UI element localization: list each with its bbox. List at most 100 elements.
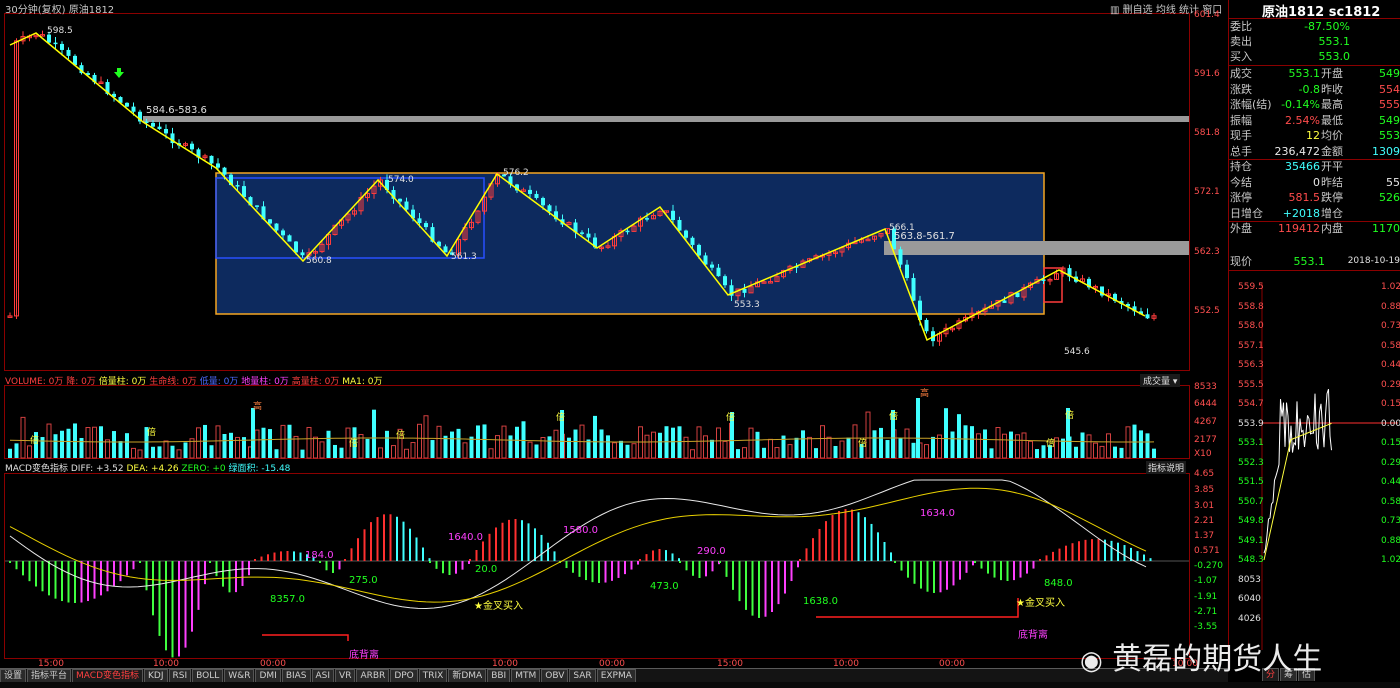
macd-legend-item: ZERO: +0 xyxy=(181,464,226,474)
candle-down xyxy=(131,106,136,112)
volume-bar-down xyxy=(593,415,597,458)
volume-bar-down xyxy=(326,430,331,458)
quote-row: 买入 553.0 xyxy=(1230,49,1400,64)
mini-left-tick: 549.8 xyxy=(1238,516,1264,526)
toolbar-ma[interactable]: 均线 xyxy=(1156,5,1176,16)
tab-rsi[interactable]: RSI xyxy=(168,669,192,682)
tab-arbr[interactable]: ARBR xyxy=(356,669,390,682)
tab-dmi[interactable]: DMI xyxy=(255,669,281,682)
tab-expma[interactable]: EXPMA xyxy=(596,669,636,682)
vol-tick: 8533 xyxy=(1194,382,1217,392)
quote-value: -0.8 xyxy=(1298,82,1320,96)
tab-vr[interactable]: VR xyxy=(335,669,356,682)
volume-bar-up xyxy=(20,416,26,459)
tab-asi[interactable]: ASI xyxy=(311,669,335,682)
mini-left-tick: 553.1 xyxy=(1238,438,1264,448)
quote-label: 开平 xyxy=(1321,160,1343,173)
volume-bar-down xyxy=(79,437,84,458)
volume-bar-down xyxy=(482,424,487,458)
macd-area-label: 8357.0 xyxy=(270,594,305,605)
tab-settings[interactable]: 设置 xyxy=(0,669,27,682)
indicator-tab-bar: 设置 指标平台 MACD变色指标 KDJ RSI BOLL W&R DMI BIAS ASI VR A… xyxy=(0,668,1228,682)
volume-bar-down xyxy=(573,429,578,458)
volume-bar-up xyxy=(722,440,728,459)
volume-bar-up xyxy=(696,426,702,459)
tab-obv[interactable]: OBV xyxy=(541,669,569,682)
volume-legend: VOLUME: 0万 降: 0万 倍量柱: 0万 生命线: 0万 低量: 0万 … xyxy=(5,374,382,387)
mini-right-tick: 0.44 xyxy=(1381,360,1400,370)
volume-bar-down xyxy=(151,446,155,458)
macd-area-label: 1634.0 xyxy=(920,508,955,519)
volume-bar-down xyxy=(1074,446,1078,458)
quote-label: 跌停 xyxy=(1321,191,1343,204)
volume-bar-down xyxy=(755,431,760,458)
volume-bar-down xyxy=(521,421,526,458)
volume-bar-down xyxy=(365,438,370,458)
tab-sar[interactable]: SAR xyxy=(569,669,596,682)
volume-bar-down xyxy=(983,429,987,458)
candle-down xyxy=(1002,300,1007,303)
mini-left-tick: 552.3 xyxy=(1238,457,1264,468)
candle-down xyxy=(294,241,298,253)
divergence-label: 底背离 xyxy=(349,650,379,661)
volume-bar-up xyxy=(176,449,182,459)
quote-value: 553.0 xyxy=(1318,50,1351,63)
tab-new-dma[interactable]: 新DMA xyxy=(448,669,487,682)
volume-bar-down xyxy=(898,438,903,458)
volume-bar-up xyxy=(703,435,708,459)
toolbar-extra-icon[interactable]: ▥ xyxy=(1110,5,1119,16)
tab-indicator-platform[interactable]: 指标平台 xyxy=(27,669,72,682)
tab-bias[interactable]: BIAS xyxy=(281,669,311,682)
volume-bar-down xyxy=(183,442,188,458)
watermark-text: 黄磊的期货人生 xyxy=(1112,642,1323,677)
divergence-line-2 xyxy=(816,598,1019,618)
star-icon: ★ xyxy=(1016,598,1025,609)
candle-down xyxy=(151,122,155,127)
quote-label: 振幅 xyxy=(1230,113,1252,127)
candle-down xyxy=(398,198,402,202)
quote-value: 553 xyxy=(1379,129,1400,142)
intraday-mini-chart xyxy=(1261,283,1398,650)
toolbar-delete-favorite[interactable]: 删自选 xyxy=(1123,5,1153,16)
golden-cross-text: 金叉买入 xyxy=(1024,598,1065,609)
volume-bar-up xyxy=(683,436,689,459)
candle-down xyxy=(157,126,162,130)
volume-bar-down xyxy=(1119,447,1124,458)
tab-mtm[interactable]: MTM xyxy=(511,669,541,682)
vol-marker: 倍 xyxy=(349,439,359,449)
volume-indicator-dropdown[interactable]: 成交量 ▾ xyxy=(1140,374,1181,387)
resistance-label: 563.8-561.7 xyxy=(894,231,955,242)
golden-cross-label: ★金叉买入 xyxy=(474,597,523,612)
price-tick: 552.5 xyxy=(1194,306,1220,316)
volume-bar-down xyxy=(911,442,916,458)
tab-dpo[interactable]: DPO xyxy=(390,669,418,682)
macd-tick: 2.21 xyxy=(1194,516,1215,526)
quote-label: 买入 xyxy=(1230,50,1252,63)
volume-bar-down xyxy=(1145,433,1150,458)
candle-down xyxy=(911,277,916,301)
volume-bar-down xyxy=(1132,424,1137,458)
tab-macd-color[interactable]: MACD变色指标 xyxy=(72,669,144,682)
tab-bbi[interactable]: BBI xyxy=(487,669,511,682)
volume-bar-up xyxy=(768,438,773,459)
quote-row: 卖出 553.1 xyxy=(1230,34,1400,49)
volume-bar-up xyxy=(787,444,793,459)
volume-bar-down xyxy=(794,437,799,458)
tab-boll[interactable]: BOLL xyxy=(192,669,224,682)
volume-bar-down xyxy=(450,431,454,458)
candle-down xyxy=(235,185,240,187)
volume-bar-down xyxy=(1152,448,1156,458)
tab-wr[interactable]: W&R xyxy=(224,669,255,682)
tab-kdj[interactable]: KDJ xyxy=(144,669,168,682)
quote-label: 涨停 xyxy=(1230,191,1252,204)
chart-area[interactable] xyxy=(0,0,1400,688)
quote-label: 现手 xyxy=(1230,129,1252,142)
volume-bar-down xyxy=(885,440,890,458)
period-label[interactable]: 30分钟(复权) xyxy=(5,5,66,16)
indicator-help-button[interactable]: 指标说明 xyxy=(1146,461,1187,474)
price-tick: 572.1 xyxy=(1194,187,1220,197)
tab-trix[interactable]: TRIX xyxy=(418,669,448,682)
quote-label: 金额 xyxy=(1321,144,1343,158)
vol-marker: 倍 xyxy=(858,439,868,449)
quote-row: 外盘 119412 内盘 1170 xyxy=(1230,221,1400,236)
